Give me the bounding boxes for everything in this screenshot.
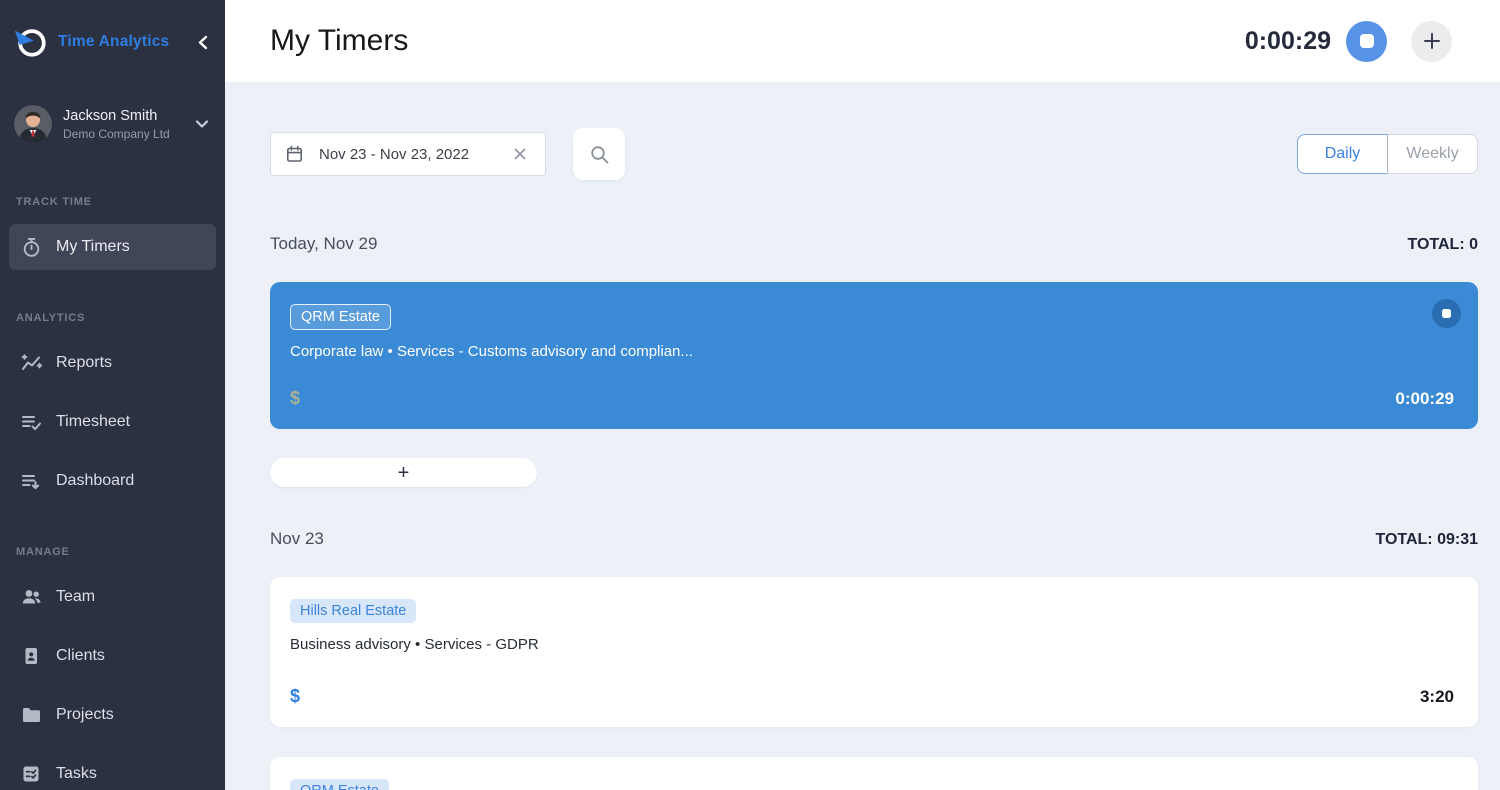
billable-toggle[interactable]: $ [290,686,300,707]
clear-date-icon[interactable] [510,144,530,164]
plus-icon [1423,32,1441,50]
billable-toggle[interactable]: $ [290,388,300,409]
group-total-label: TOTAL: 0 [1407,236,1478,254]
timer-entry-card[interactable]: Hills Real Estate Business advisory • Se… [270,577,1478,727]
team-people-icon [20,586,42,608]
section-label-analytics: ANALYTICS [16,312,209,324]
timers-content: Nov 23 - Nov 23, 2022 Daily Weekly [225,82,1500,790]
timer-entry-card-running[interactable]: QRM Estate Corporate law • Services - Cu… [270,282,1478,429]
app-logo-icon [14,25,48,59]
global-timer-readout: 0:00:29 [1245,27,1331,56]
sidebar-item-clients[interactable]: Clients [9,633,216,679]
sidebar-item-reports[interactable]: Reports [9,340,216,386]
sidebar-item-label: Dashboard [56,472,134,490]
entry-bottom-row: $ 3:20 [290,686,1454,707]
section-label-manage: MANAGE [16,546,209,558]
timer-entry-card[interactable]: QRM Estate [270,757,1478,790]
brand-title: Time Analytics [58,33,169,51]
page-title: My Timers [270,24,408,58]
group-total-label: TOTAL: 09:31 [1375,531,1478,549]
group-header: Today, Nov 29 TOTAL: 0 [270,234,1478,260]
projects-folder-icon [20,704,42,726]
entry-description: Corporate law • Services - Customs advis… [290,343,1454,360]
sidebar-item-label: Clients [56,647,105,665]
user-avatar [14,105,52,143]
date-range-value: Nov 23 - Nov 23, 2022 [319,146,469,163]
sidebar-item-timesheet[interactable]: Timesheet [9,399,216,445]
sidebar: Time Analytics [0,0,225,790]
toggle-weekly-button[interactable]: Weekly [1387,134,1478,174]
sidebar-item-dashboard[interactable]: Dashboard [9,458,216,504]
sidebar-item-tasks[interactable]: Tasks [9,751,216,790]
search-icon [589,144,610,165]
reports-chart-icon [20,352,42,374]
section-label-track-time: TRACK TIME [16,196,209,208]
group-date-label: Nov 23 [270,529,324,549]
sidebar-item-label: Reports [56,354,112,372]
sidebar-item-projects[interactable]: Projects [9,692,216,738]
stop-icon [1360,34,1374,48]
filter-row: Nov 23 - Nov 23, 2022 Daily Weekly [270,128,1478,180]
stopwatch-icon [20,236,42,258]
entry-time: 3:20 [1420,687,1454,707]
calendar-icon [286,145,303,163]
top-bar: My Timers 0:00:29 [225,0,1500,82]
clients-file-person-icon [20,645,42,667]
app-window: Time Analytics [0,0,1500,790]
date-range-picker[interactable]: Nov 23 - Nov 23, 2022 [270,132,546,176]
stop-timer-button[interactable] [1346,21,1387,62]
sidebar-item-label: Tasks [56,765,97,783]
sidebar-item-label: Team [56,588,95,606]
filter-left: Nov 23 - Nov 23, 2022 [270,128,625,180]
view-toggle: Daily Weekly [1297,134,1478,174]
sidebar-item-label: Timesheet [56,413,130,431]
entry-time: 0:00:29 [1395,389,1454,409]
group-header: Nov 23 TOTAL: 09:31 [270,529,1478,555]
client-badge: QRM Estate [290,779,389,790]
add-entry-button[interactable]: + [270,458,537,487]
search-button[interactable] [573,128,625,180]
stop-icon [1442,309,1451,318]
sidebar-item-label: Projects [56,706,114,724]
dashboard-list-arrow-icon [20,470,42,492]
sidebar-item-team[interactable]: Team [9,574,216,620]
sidebar-item-label: My Timers [56,238,130,256]
user-name: Jackson Smith [63,108,170,124]
client-badge: Hills Real Estate [290,599,416,623]
chevron-down-icon [195,119,209,129]
toggle-daily-button[interactable]: Daily [1297,134,1388,174]
entry-stop-button[interactable] [1432,299,1461,328]
sidebar-collapse-button[interactable] [196,35,209,50]
brand-row: Time Analytics [0,0,225,62]
client-badge: QRM Estate [290,304,391,330]
entry-description: Business advisory • Services - GDPR [290,636,1454,653]
sidebar-item-my-timers[interactable]: My Timers [9,224,216,270]
add-timer-button[interactable] [1411,21,1452,62]
entry-bottom-row: $ 0:00:29 [290,388,1454,409]
timesheet-list-check-icon [20,411,42,433]
group-date-label: Today, Nov 29 [270,234,377,254]
account-switcher[interactable]: Jackson Smith Demo Company Ltd [0,102,225,146]
user-company: Demo Company Ltd [63,127,170,141]
topbar-actions: 0:00:29 [1245,21,1452,62]
tasks-checklist-icon [20,763,42,785]
main-area: My Timers 0:00:29 [225,0,1500,790]
